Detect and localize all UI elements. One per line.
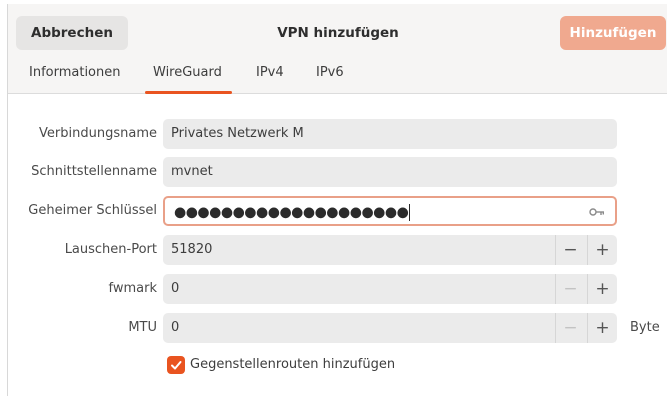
- listen-port-spinner[interactable]: 51820 − +: [163, 235, 617, 265]
- secret-key-label: Geheimer Schlüssel: [28, 203, 157, 218]
- fwmark-decrement-button[interactable]: −: [555, 274, 585, 304]
- cancel-button[interactable]: Abbrechen: [16, 16, 128, 50]
- interface-name-field[interactable]: mvnet: [163, 157, 617, 187]
- fwmark-label: fwmark: [108, 281, 157, 296]
- fwmark-value: 0: [171, 281, 180, 296]
- key-icon[interactable]: [589, 206, 605, 216]
- vpn-dialog: Abbrechen VPN hinzufügen Hinzufügen Info…: [7, 4, 667, 396]
- connection-name-label: Verbindungsname: [39, 126, 157, 141]
- mtu-increment-button[interactable]: +: [587, 313, 617, 343]
- fwmark-increment-button[interactable]: +: [587, 274, 617, 304]
- secret-key-masked-value: ●●●●●●●●●●●●●●●●●●●●: [174, 204, 411, 221]
- checkmark-icon: [171, 361, 182, 370]
- peer-routes-label: Gegenstellenrouten hinzufügen: [190, 357, 396, 372]
- interface-name-value: mvnet: [171, 164, 213, 179]
- connection-name-field[interactable]: Privates Netzwerk M: [163, 119, 617, 149]
- listen-port-label: Lauschen-Port: [64, 242, 157, 257]
- add-button[interactable]: Hinzufügen: [560, 16, 666, 50]
- secret-key-field[interactable]: ●●●●●●●●●●●●●●●●●●●●: [163, 196, 617, 226]
- text-cursor: [409, 204, 411, 221]
- tab-bar: Informationen WireGuard IPv4 IPv6: [8, 60, 667, 94]
- listen-port-increment-button[interactable]: +: [587, 235, 617, 265]
- peer-routes-checkbox[interactable]: [167, 356, 185, 374]
- listen-port-decrement-button[interactable]: −: [555, 235, 585, 265]
- interface-name-label: Schnittstellenname: [31, 164, 157, 179]
- connection-name-value: Privates Netzwerk M: [171, 126, 304, 141]
- tab-wireguard[interactable]: WireGuard: [145, 60, 232, 94]
- mtu-decrement-button[interactable]: −: [555, 313, 585, 343]
- mtu-label: MTU: [128, 320, 157, 335]
- fwmark-spinner[interactable]: 0 − +: [163, 274, 617, 304]
- tab-informationen[interactable]: Informationen: [29, 60, 121, 94]
- mtu-unit-label: Byte: [630, 320, 660, 335]
- listen-port-value: 51820: [171, 242, 213, 257]
- tab-ipv4[interactable]: IPv4: [256, 60, 284, 94]
- mtu-spinner[interactable]: 0 − +: [163, 313, 617, 343]
- dialog-header: Abbrechen VPN hinzufügen Hinzufügen Info…: [8, 4, 667, 94]
- tab-ipv6[interactable]: IPv6: [316, 60, 344, 94]
- mtu-value: 0: [171, 320, 180, 335]
